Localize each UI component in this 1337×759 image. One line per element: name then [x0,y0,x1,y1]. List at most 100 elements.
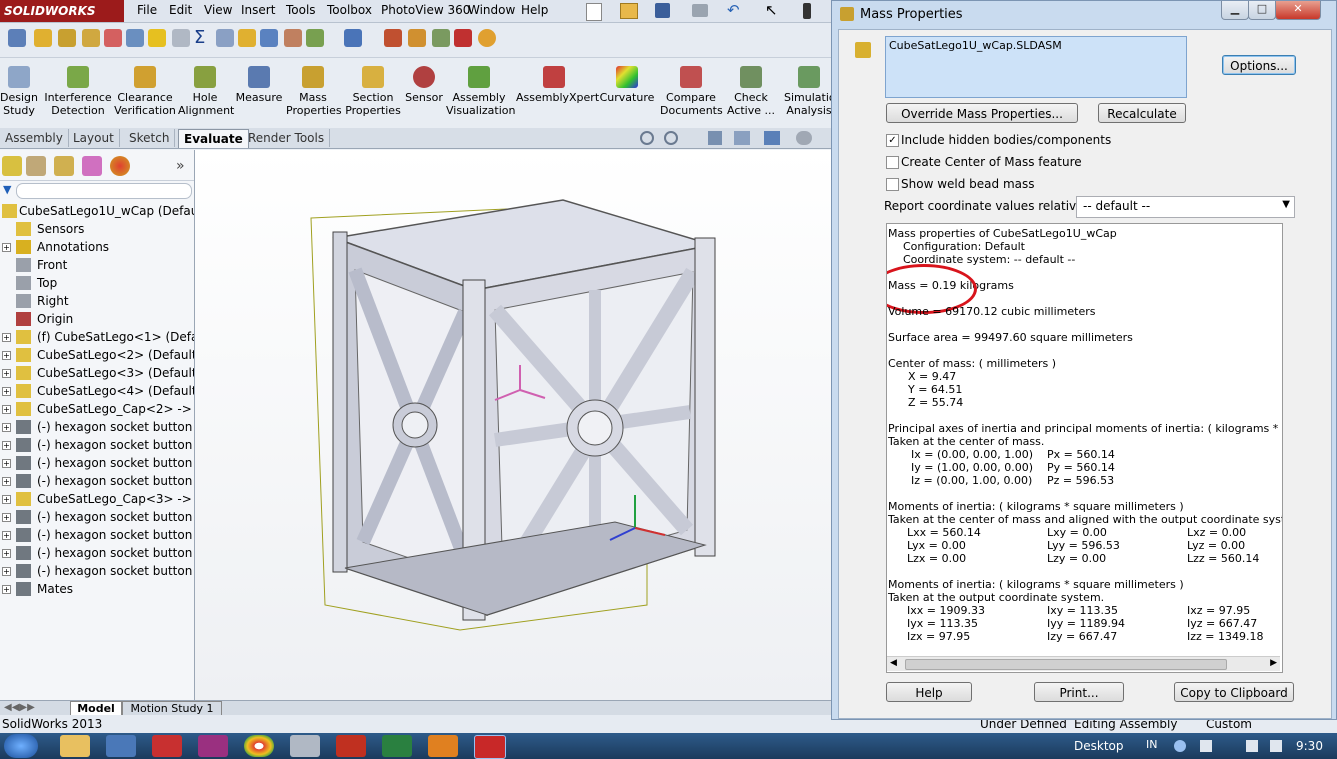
warning-icon[interactable] [238,29,256,47]
menu-help[interactable]: Help [521,3,548,17]
centerline-icon[interactable] [306,29,324,47]
tab-sketch[interactable]: Sketch [124,129,176,147]
options-button[interactable]: Options... [1222,55,1296,75]
menu-window[interactable]: Window [468,3,515,17]
include-hidden-checkbox[interactable]: ✓ [886,134,899,147]
auto-balloon-icon[interactable] [82,29,100,47]
datum-icon[interactable] [216,29,234,47]
sensor-button[interactable]: Sensor [404,58,444,128]
expand-node-icon[interactable]: + [2,333,11,342]
menu-toolbox[interactable]: Toolbox [327,3,372,17]
calculator-taskbar-icon[interactable] [290,735,320,757]
spell-check-icon[interactable] [8,29,26,47]
copy-to-clipboard-button[interactable]: Copy to Clipboard [1174,682,1294,702]
expand-node-icon[interactable]: + [2,369,11,378]
balloon-icon[interactable] [58,29,76,47]
tree-node[interactable]: + (f) CubeSatLego<1> (Default< [0,328,194,346]
tab-motion-study[interactable]: Motion Study 1 [122,701,222,716]
menu-file[interactable]: File [137,3,157,17]
print-button[interactable]: Print... [1034,682,1124,702]
design-study-button[interactable]: Design Study [0,58,38,128]
acrobat-taskbar-icon[interactable] [336,735,366,757]
tree-node[interactable]: + (-) hexagon socket button hea [0,436,194,454]
volume-tray-icon[interactable] [1270,740,1282,752]
view-orientation-icon[interactable] [734,131,750,145]
selected-items-list[interactable]: CubeSatLego1U_wCap.SLDASM [885,36,1187,98]
tree-node[interactable]: + (-) hexagon socket button hea [0,562,194,580]
hole-alignment-button[interactable]: Hole Alignment [178,58,234,128]
recalculate-button[interactable]: Recalculate [1098,103,1186,123]
curvature-button[interactable]: Curvature [598,58,656,128]
dimxpert-tab-icon[interactable] [82,156,102,176]
menu-view[interactable]: View [204,3,232,17]
hole-callout-icon[interactable] [260,29,278,47]
solidworks-active-taskbar-icon[interactable] [474,735,506,759]
simulation-analysis-button[interactable]: Simulation Analysis [784,58,834,128]
coordinate-system-select[interactable]: -- default -- ▼ [1076,196,1295,218]
configurationmanager-tab-icon[interactable] [54,156,74,176]
expand-node-icon[interactable]: + [2,549,11,558]
rebuild-traffic-light-icon[interactable] [803,3,811,19]
hide-show-items-icon[interactable] [796,131,812,145]
tree-node[interactable]: + CubeSatLego<3> (Default<<I [0,364,194,382]
filter-icon[interactable]: ▼ [3,183,13,196]
display-style-icon[interactable] [764,131,780,145]
create-com-checkbox[interactable] [886,156,899,169]
tree-node[interactable]: + (-) hexagon socket button hea [0,472,194,490]
expand-tabs-icon[interactable]: » [176,158,185,174]
expand-node-icon[interactable]: + [2,531,11,540]
tab-evaluate[interactable]: Evaluate [178,129,249,148]
tab-model[interactable]: Model [70,701,122,716]
new-document-icon[interactable] [586,3,602,21]
tree-node[interactable]: Right [0,292,194,310]
desktop-toolbar[interactable]: Desktop [1074,739,1124,753]
revision-cloud-icon[interactable] [384,29,402,47]
mass-properties-button[interactable]: Mass Properties [286,58,342,128]
scroll-right-icon[interactable]: ▶ [1270,658,1277,668]
expand-node-icon[interactable]: + [2,459,11,468]
language-indicator[interactable]: IN [1146,738,1157,751]
explorer-taskbar-icon[interactable] [60,735,90,757]
zoom-to-area-icon[interactable] [664,131,678,145]
section-properties-button[interactable]: Section Properties [344,58,402,128]
expand-node-icon[interactable]: + [2,567,11,576]
close-button[interactable]: ✕ [1275,1,1321,20]
expand-node-icon[interactable]: + [2,243,11,252]
menu-edit[interactable]: Edit [169,3,192,17]
minimize-button[interactable]: ▁ [1221,1,1249,20]
tree-node[interactable]: + (-) hexagon socket button hea [0,418,194,436]
tree-root[interactable]: CubeSatLego1U_wCap (Default< [0,202,194,220]
graphics-area[interactable] [195,150,835,700]
start-button-icon[interactable] [4,734,38,758]
compare-documents-button[interactable]: Compare Documents [660,58,723,128]
interference-detection-button[interactable]: Interference Detection [44,58,112,128]
sum-icon[interactable]: Σ [194,29,212,47]
report-horizontal-scrollbar[interactable]: ◀ ▶ [887,656,1280,671]
override-mass-properties-button[interactable]: Override Mass Properties... [886,103,1078,123]
excel-taskbar-icon[interactable] [382,735,412,757]
open-folder-icon[interactable] [620,3,638,19]
check-active-button[interactable]: Check Active ... [724,58,778,128]
tree-node[interactable]: + (-) hexagon socket button hea [0,508,194,526]
scroll-thumb[interactable] [905,659,1227,670]
tree-node[interactable]: Sensors [0,220,194,238]
tab-layout[interactable]: Layout [68,129,120,147]
tree-node[interactable]: Origin [0,310,194,328]
center-mark-icon[interactable] [284,29,302,47]
menu-photoview[interactable]: PhotoView 360 [381,3,470,17]
tree-node[interactable]: + Mates [0,580,194,598]
help-button[interactable]: Help [886,682,972,702]
chrome-taskbar-icon[interactable] [244,735,274,757]
note-icon[interactable] [34,29,52,47]
flag-tray-icon[interactable] [1200,740,1212,752]
section-view-icon[interactable] [708,131,722,145]
menu-tools[interactable]: Tools [286,3,316,17]
tree-node[interactable]: Top [0,274,194,292]
mass-properties-report[interactable]: Mass properties of CubeSatLego1U_wCap Co… [886,223,1283,673]
expand-node-icon[interactable]: + [2,513,11,522]
tree-node[interactable]: + CubeSatLego<2> (Default<<I [0,346,194,364]
magnetic-line-icon[interactable] [104,29,122,47]
tree-node[interactable]: + (-) hexagon socket button hea [0,544,194,562]
scroll-left-icon[interactable]: ◀ [890,658,897,668]
expand-node-icon[interactable]: + [2,441,11,450]
